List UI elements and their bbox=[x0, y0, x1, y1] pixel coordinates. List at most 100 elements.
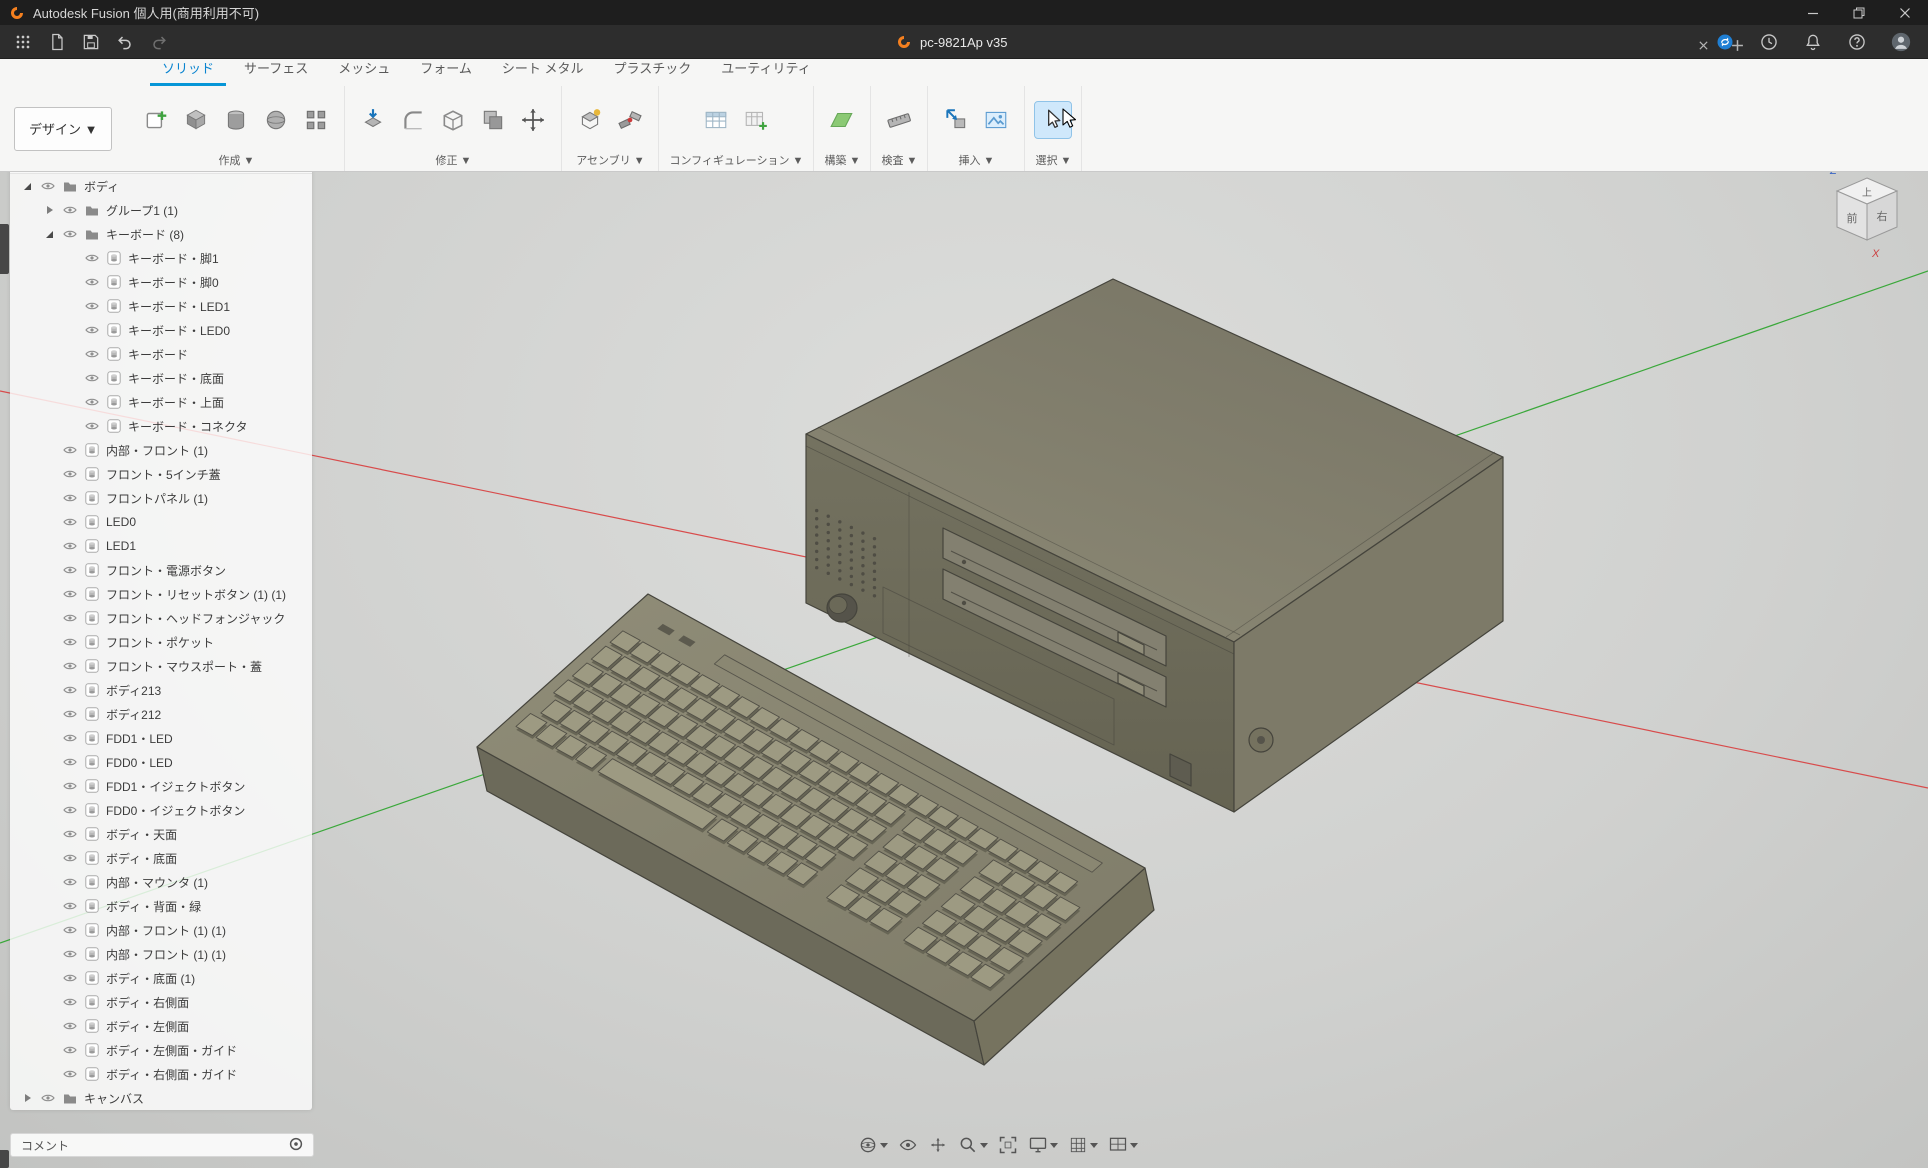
pattern-icon[interactable] bbox=[298, 102, 334, 138]
visibility-eye-icon[interactable] bbox=[62, 660, 78, 672]
browser-item[interactable]: フロント・電源ボタン bbox=[10, 558, 312, 582]
browser-item[interactable]: ボディ213 bbox=[10, 678, 312, 702]
visibility-eye-icon[interactable] bbox=[84, 300, 100, 312]
browser-item[interactable]: フロントパネル (1) bbox=[10, 486, 312, 510]
visibility-eye-icon[interactable] bbox=[84, 420, 100, 432]
visibility-eye-icon[interactable] bbox=[62, 876, 78, 888]
fdd1-led[interactable] bbox=[962, 560, 966, 564]
bell-icon[interactable] bbox=[1798, 28, 1828, 56]
ribbon-group-label[interactable]: 作成 ▼ bbox=[219, 153, 255, 171]
visibility-eye-icon[interactable] bbox=[84, 396, 100, 408]
browser-item[interactable]: 内部・フロント (1) bbox=[10, 438, 312, 462]
sphere-icon[interactable] bbox=[258, 102, 294, 138]
comment-bar[interactable]: コメント bbox=[10, 1133, 314, 1157]
dropdown-caret-icon[interactable] bbox=[1130, 1143, 1138, 1148]
expander-collapsed-icon[interactable] bbox=[20, 1092, 34, 1104]
visibility-eye-icon[interactable] bbox=[62, 996, 78, 1008]
browser-item[interactable]: フロント・ポケット bbox=[10, 630, 312, 654]
ribbon-tab[interactable]: ユーティリティ bbox=[709, 54, 822, 86]
visibility-eye-icon[interactable] bbox=[84, 372, 100, 384]
visibility-eye-icon[interactable] bbox=[62, 540, 78, 552]
undo-icon[interactable] bbox=[110, 28, 140, 56]
browser-item[interactable]: ボディ・左側面 bbox=[10, 1014, 312, 1038]
fdd0-led[interactable] bbox=[962, 601, 966, 605]
measure-icon[interactable] bbox=[881, 102, 917, 138]
expander-expanded-icon[interactable] bbox=[42, 228, 56, 240]
pc-case-model[interactable] bbox=[806, 279, 1503, 812]
ribbon-tab[interactable]: シート メタル bbox=[490, 54, 596, 86]
browser-item[interactable]: キャンバス bbox=[10, 1086, 312, 1110]
fillet-icon[interactable] bbox=[395, 102, 431, 138]
browser-item[interactable]: キーボード・LED0 bbox=[10, 318, 312, 342]
browser-item[interactable]: LED1 bbox=[10, 534, 312, 558]
viewports-icon[interactable] bbox=[1106, 1133, 1140, 1157]
expander-expanded-icon[interactable] bbox=[20, 180, 34, 192]
new-component-icon[interactable] bbox=[572, 102, 608, 138]
browser-item[interactable]: キーボード・コネクタ bbox=[10, 414, 312, 438]
visibility-eye-icon[interactable] bbox=[84, 276, 100, 288]
browser-item[interactable]: キーボード・LED1 bbox=[10, 294, 312, 318]
visibility-eye-icon[interactable] bbox=[62, 612, 78, 624]
select-cursor-icon[interactable] bbox=[1035, 102, 1071, 138]
cylinder-icon[interactable] bbox=[218, 102, 254, 138]
browser-item[interactable]: ボディ212 bbox=[10, 702, 312, 726]
browser-item[interactable]: ボディ・底面 (1) bbox=[10, 966, 312, 990]
grid-snap-icon[interactable] bbox=[1066, 1133, 1100, 1157]
insert-derive-icon[interactable] bbox=[938, 102, 974, 138]
ribbon-tab[interactable]: フォーム bbox=[408, 54, 484, 86]
browser-item[interactable]: 内部・マウンタ (1) bbox=[10, 870, 312, 894]
joint-icon[interactable] bbox=[612, 102, 648, 138]
browser-item[interactable]: FDD1・LED bbox=[10, 726, 312, 750]
shell-icon[interactable] bbox=[435, 102, 471, 138]
visibility-eye-icon[interactable] bbox=[62, 1068, 78, 1080]
ribbon-group-label[interactable]: 構築 ▼ bbox=[824, 153, 860, 171]
browser-item[interactable]: キーボード・脚0 bbox=[10, 270, 312, 294]
combine-icon[interactable] bbox=[475, 102, 511, 138]
visibility-eye-icon[interactable] bbox=[62, 684, 78, 696]
ribbon-group-label[interactable]: アセンブリ ▼ bbox=[576, 153, 644, 171]
ribbon-group-label[interactable]: 挿入 ▼ bbox=[958, 153, 994, 171]
visibility-eye-icon[interactable] bbox=[62, 948, 78, 960]
config-table-icon[interactable] bbox=[698, 102, 734, 138]
browser-item[interactable]: FDD0・LED bbox=[10, 750, 312, 774]
dropdown-caret-icon[interactable] bbox=[1050, 1143, 1058, 1148]
document-tab[interactable]: pc-9821Ap v35 bbox=[896, 25, 1007, 59]
browser-item[interactable]: ボディ・背面・緑 bbox=[10, 894, 312, 918]
browser-item[interactable]: LED0 bbox=[10, 510, 312, 534]
ribbon-tab[interactable]: プラスチック bbox=[602, 54, 704, 86]
browser-item[interactable]: キーボード・底面 bbox=[10, 366, 312, 390]
dropdown-caret-icon[interactable] bbox=[980, 1143, 988, 1148]
visibility-eye-icon[interactable] bbox=[62, 468, 78, 480]
visibility-eye-icon[interactable] bbox=[62, 588, 78, 600]
fit-icon[interactable] bbox=[996, 1133, 1020, 1157]
visibility-eye-icon[interactable] bbox=[62, 852, 78, 864]
browser-item[interactable]: キーボード・脚1 bbox=[10, 246, 312, 270]
visibility-eye-icon[interactable] bbox=[40, 1092, 56, 1104]
press-pull-icon[interactable] bbox=[355, 102, 391, 138]
browser-item[interactable]: フロント・ヘッドフォンジャック bbox=[10, 606, 312, 630]
look-at-icon[interactable] bbox=[896, 1133, 920, 1157]
visibility-eye-icon[interactable] bbox=[62, 780, 78, 792]
ribbon-group-label[interactable]: コンフィギュレーション ▼ bbox=[669, 153, 803, 171]
browser-item[interactable]: フロント・マウスポート・蓋 bbox=[10, 654, 312, 678]
visibility-eye-icon[interactable] bbox=[62, 924, 78, 936]
sketch-icon[interactable] bbox=[138, 102, 174, 138]
display-settings-icon[interactable] bbox=[1026, 1133, 1060, 1157]
browser-item[interactable]: キーボード・上面 bbox=[10, 390, 312, 414]
visibility-eye-icon[interactable] bbox=[62, 900, 78, 912]
ribbon-group-label[interactable]: 検査 ▼ bbox=[881, 153, 917, 171]
browser-item[interactable]: ボディ・左側面・ガイド bbox=[10, 1038, 312, 1062]
visibility-eye-icon[interactable] bbox=[62, 972, 78, 984]
browser-item[interactable]: FDD1・イジェクトボタン bbox=[10, 774, 312, 798]
job-status-icon[interactable] bbox=[1710, 28, 1740, 56]
visibility-eye-icon[interactable] bbox=[40, 180, 56, 192]
dropdown-caret-icon[interactable] bbox=[880, 1143, 888, 1148]
browser-item[interactable]: 内部・フロント (1) (1) bbox=[10, 942, 312, 966]
browser-item[interactable]: ボディ・底面 bbox=[10, 846, 312, 870]
visibility-eye-icon[interactable] bbox=[62, 804, 78, 816]
browser-item[interactable]: ボディ・右側面 bbox=[10, 990, 312, 1014]
browser-item[interactable]: FDD0・イジェクトボタン bbox=[10, 798, 312, 822]
profile-avatar[interactable] bbox=[1886, 28, 1916, 56]
visibility-eye-icon[interactable] bbox=[62, 636, 78, 648]
visibility-eye-icon[interactable] bbox=[84, 324, 100, 336]
